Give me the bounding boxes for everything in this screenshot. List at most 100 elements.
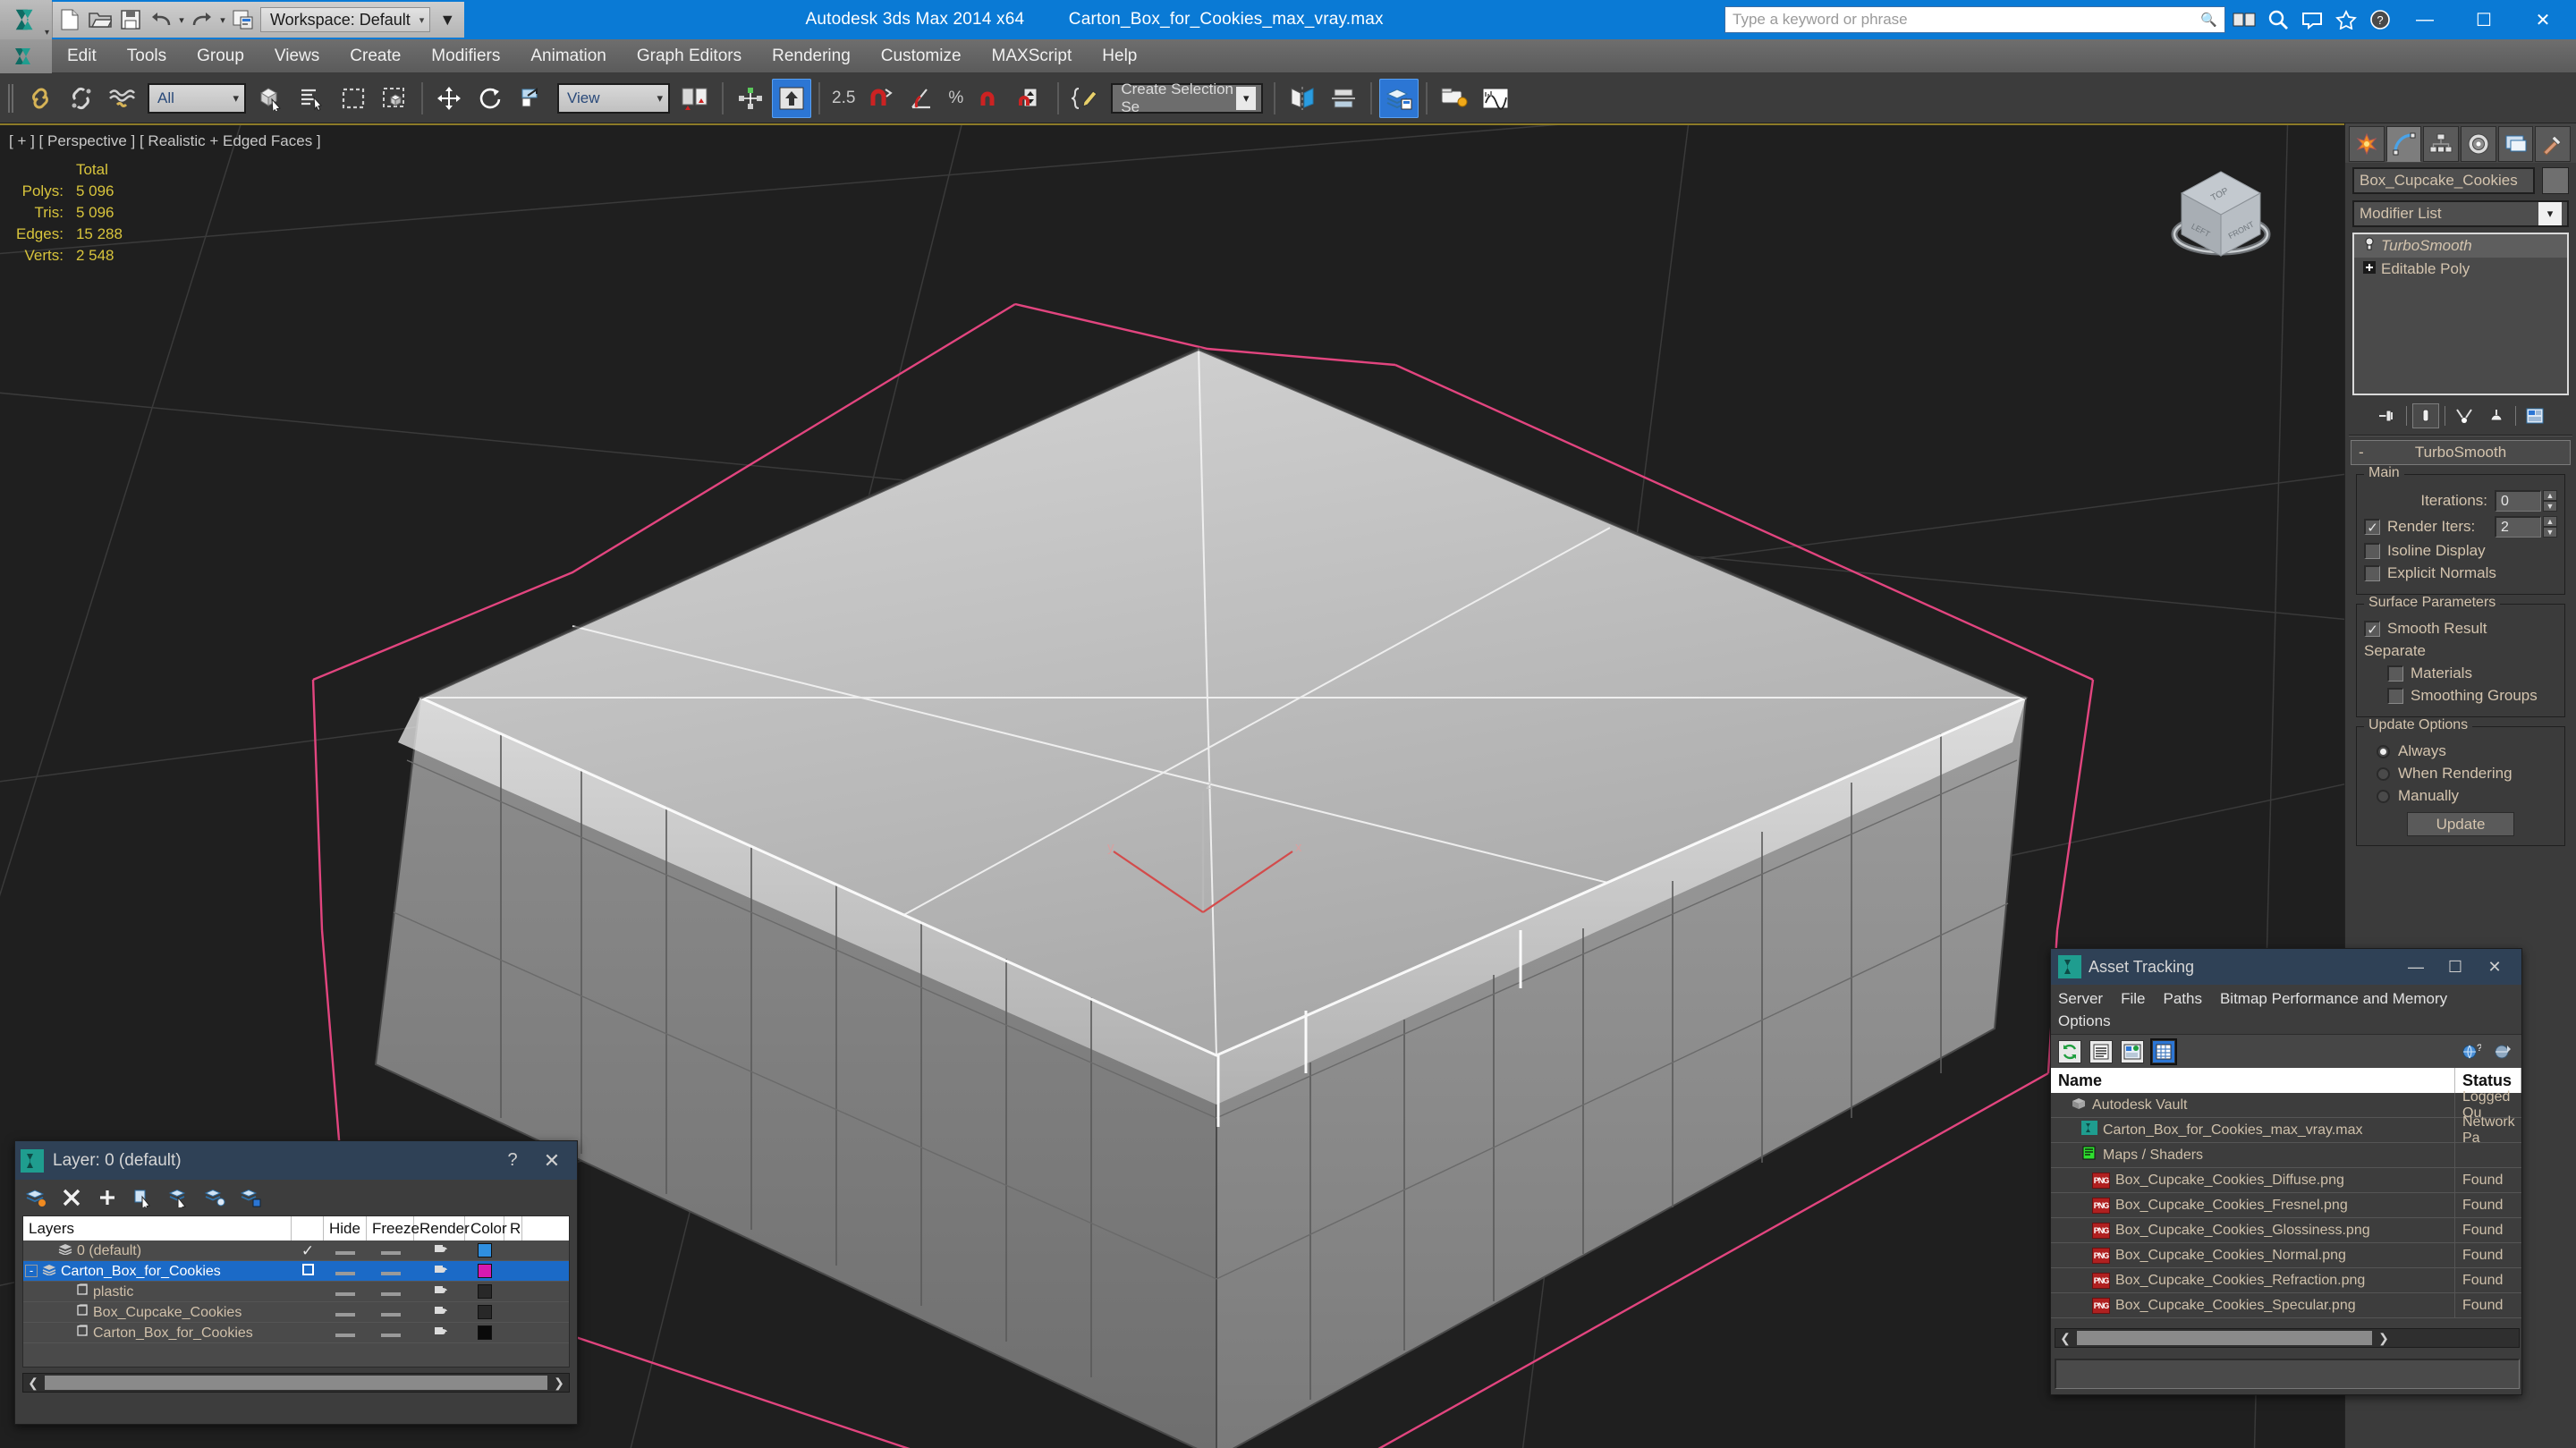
- asset-name-cell[interactable]: Maps / Shaders: [2051, 1142, 2455, 1168]
- close-button[interactable]: ✕: [2475, 958, 2514, 977]
- help-icon[interactable]: ?: [2365, 4, 2395, 35]
- edit-named-selection-sets-icon[interactable]: [1066, 79, 1106, 118]
- named-selection-sets-combo[interactable]: Create Selection Se ▾: [1111, 80, 1264, 115]
- undo-dropdown-icon[interactable]: ▾: [176, 3, 187, 37]
- render-cell[interactable]: [414, 1282, 465, 1302]
- color-swatch[interactable]: [478, 1264, 492, 1279]
- add-layer-icon[interactable]: [96, 1186, 119, 1209]
- hide-cell[interactable]: [324, 1323, 367, 1343]
- layer-name-cell[interactable]: plastic: [23, 1282, 292, 1302]
- menu-item-views[interactable]: Views: [259, 39, 335, 73]
- subscription-icon[interactable]: [2263, 4, 2293, 35]
- window-crossing-toggle-icon[interactable]: [375, 79, 414, 118]
- layer-dialog-titlebar[interactable]: Layer: 0 (default) ? ✕: [15, 1141, 577, 1180]
- redo-icon[interactable]: [187, 3, 217, 37]
- bind-to-space-warp-icon[interactable]: [103, 79, 142, 118]
- maximize-button[interactable]: ☐: [2454, 0, 2513, 39]
- favorites-icon[interactable]: [2331, 4, 2361, 35]
- freeze-cell[interactable]: [367, 1323, 414, 1343]
- asset-name-cell[interactable]: PNG Box_Cupcake_Cookies_Refraction.png: [2051, 1267, 2455, 1293]
- close-button[interactable]: ✕: [2513, 0, 2572, 39]
- render-iters-spinner[interactable]: 2 ▲ ▼: [2495, 516, 2557, 538]
- list-view-icon[interactable]: [2089, 1039, 2113, 1063]
- menu-item-maxscript[interactable]: MAXScript: [977, 39, 1088, 73]
- hide-cell[interactable]: [324, 1241, 367, 1261]
- collapse-icon[interactable]: -: [25, 1265, 38, 1277]
- globe-settings-icon[interactable]: [2491, 1040, 2514, 1063]
- pin-stack-icon[interactable]: [2374, 403, 2401, 428]
- asset-grid-hscrollbar[interactable]: ❮ ❯: [2055, 1328, 2520, 1348]
- use-pivot-point-center-icon[interactable]: [675, 79, 715, 118]
- open-file-icon[interactable]: [85, 3, 115, 37]
- mirror-icon[interactable]: [1283, 79, 1322, 118]
- explicit-normals-checkbox[interactable]: [2364, 565, 2380, 581]
- update-button[interactable]: Update: [2407, 812, 2514, 836]
- snap-toggle-icon[interactable]: [861, 79, 901, 118]
- layer-manager-icon[interactable]: [1379, 78, 1419, 118]
- asset-row[interactable]: Autodesk Vault Logged Ou: [2051, 1089, 2521, 1121]
- display-tab[interactable]: [2497, 126, 2534, 162]
- menu-item-animation[interactable]: Animation: [515, 39, 622, 73]
- menu-item-help[interactable]: Help: [1087, 39, 1152, 73]
- materials-checkbox[interactable]: [2387, 665, 2403, 682]
- scroll-thumb[interactable]: [45, 1376, 547, 1390]
- asset-row[interactable]: Maps / Shaders: [2051, 1142, 2521, 1169]
- radiosity-cell[interactable]: [504, 1323, 522, 1343]
- isoline-display-row[interactable]: Isoline Display: [2364, 542, 2557, 560]
- asset-row[interactable]: PNG Box_Cupcake_Cookies_Diffuse.png Found: [2051, 1167, 2521, 1194]
- layer-column-header[interactable]: [292, 1216, 324, 1241]
- asset-name-cell[interactable]: PNG Box_Cupcake_Cookies_Normal.png: [2051, 1242, 2455, 1268]
- render-cell[interactable]: [414, 1323, 465, 1343]
- layer-row[interactable]: 0 (default) ✓: [23, 1241, 569, 1261]
- smooth-result-checkbox[interactable]: ✓: [2364, 621, 2380, 638]
- menu-item-graph-editors[interactable]: Graph Editors: [622, 39, 757, 73]
- hide-cell[interactable]: [324, 1282, 367, 1302]
- asset-grid[interactable]: Name Status Autodesk Vault Logged Ou Carton…: [2051, 1068, 2521, 1319]
- layer-column-header[interactable]: R: [504, 1216, 522, 1241]
- help-button[interactable]: ?: [493, 1150, 532, 1171]
- hide-cell[interactable]: [324, 1302, 367, 1323]
- rectangular-selection-region-icon[interactable]: [334, 79, 373, 118]
- current-layer-cell[interactable]: [292, 1282, 324, 1302]
- modifier-light-icon[interactable]: [2358, 237, 2381, 256]
- asset-tracking-dialog[interactable]: Asset Tracking — ☐ ✕ Server File Paths Bitm…: [2050, 948, 2522, 1395]
- menu-item-tools[interactable]: Tools: [112, 39, 182, 73]
- radiosity-cell[interactable]: [504, 1241, 522, 1261]
- spinner-snap-toggle-icon[interactable]: [1011, 79, 1050, 118]
- radio-button[interactable]: [2377, 766, 2390, 781]
- percent-snap-toggle-icon[interactable]: [970, 79, 1009, 118]
- minimize-button[interactable]: —: [2396, 958, 2436, 977]
- iterations-spinner[interactable]: 0 ▲ ▼: [2495, 490, 2557, 512]
- menu-item-create[interactable]: Create: [335, 39, 416, 73]
- asset-menu-item-file[interactable]: File: [2121, 990, 2145, 1007]
- object-name-field[interactable]: Box_Cupcake_Cookies: [2352, 167, 2535, 194]
- select-and-link-icon[interactable]: [21, 79, 60, 118]
- make-unique-icon[interactable]: [2451, 403, 2478, 428]
- scroll-left-icon[interactable]: ❮: [23, 1376, 43, 1391]
- freeze-cell[interactable]: [367, 1282, 414, 1302]
- render-cell[interactable]: [414, 1261, 465, 1282]
- radiosity-cell[interactable]: [504, 1302, 522, 1323]
- asset-name-cell[interactable]: PNG Box_Cupcake_Cookies_Diffuse.png: [2051, 1167, 2455, 1193]
- asset-menu-item-paths[interactable]: Paths: [2163, 990, 2201, 1007]
- application-menu-button[interactable]: ▾: [0, 0, 52, 39]
- minimize-button[interactable]: —: [2395, 0, 2454, 39]
- globe-help-icon[interactable]: ?: [2460, 1040, 2483, 1063]
- menu-item-modifiers[interactable]: Modifiers: [416, 39, 515, 73]
- menu-item-customize[interactable]: Customize: [866, 39, 977, 73]
- layer-column-header[interactable]: Render: [414, 1216, 470, 1241]
- freeze-cell[interactable]: [367, 1261, 414, 1282]
- color-swatch[interactable]: [478, 1243, 492, 1258]
- scroll-right-icon[interactable]: ❯: [549, 1376, 569, 1391]
- scene-explorer-icon[interactable]: [1435, 79, 1474, 118]
- save-file-icon[interactable]: [115, 3, 146, 37]
- color-swatch[interactable]: [478, 1284, 492, 1300]
- color-swatch[interactable]: [478, 1325, 492, 1341]
- select-and-rotate-icon[interactable]: [471, 79, 511, 118]
- select-by-name-icon[interactable]: [292, 79, 332, 118]
- modifier-stack-item[interactable]: TurboSmooth: [2354, 234, 2567, 258]
- hide-cell[interactable]: [324, 1261, 367, 1282]
- unlink-selection-icon[interactable]: [62, 79, 101, 118]
- turbosmooth-rollout-header[interactable]: - TurboSmooth: [2351, 440, 2571, 465]
- reference-coordinate-system-combo[interactable]: View ▾: [557, 82, 670, 114]
